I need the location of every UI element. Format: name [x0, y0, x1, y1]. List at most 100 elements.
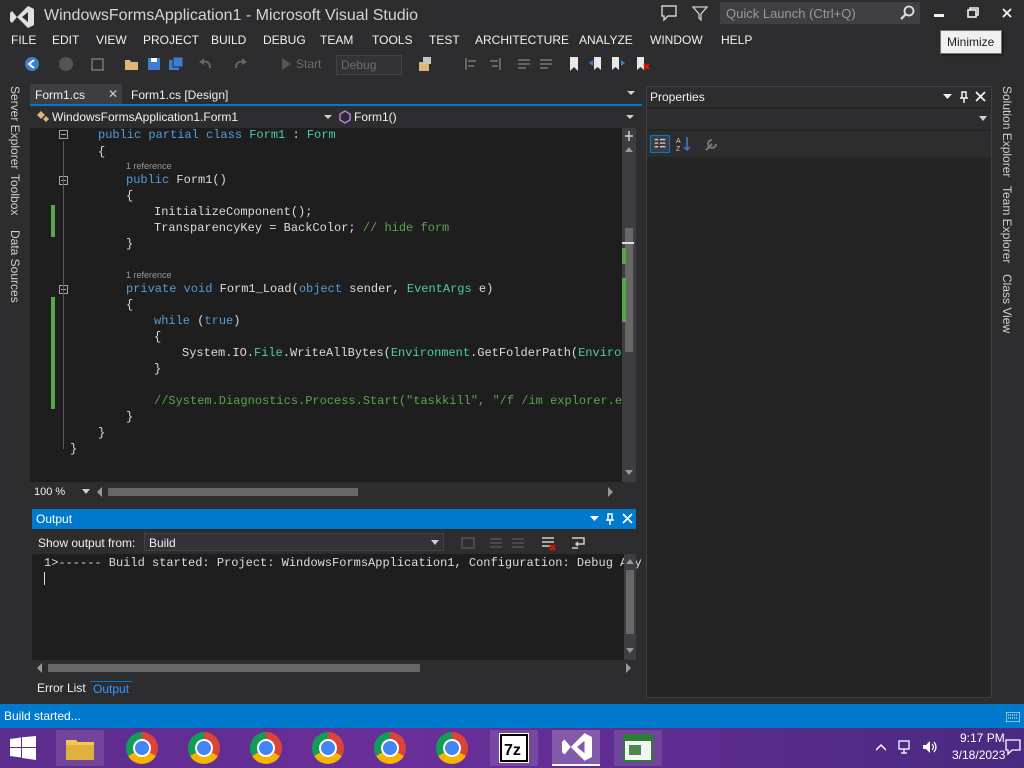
alphabetical-icon[interactable]: AZ [675, 135, 693, 153]
code-line[interactable]: System.IO.File.WriteAllBytes(Environment… [182, 346, 636, 360]
menu-tools[interactable]: TOOLS [372, 33, 412, 47]
code-line[interactable]: { [154, 330, 161, 344]
back-icon[interactable] [24, 56, 40, 72]
properties-object-select[interactable] [647, 109, 991, 129]
windows-start-icon[interactable] [10, 736, 36, 760]
code-editor[interactable] [30, 128, 622, 482]
code-line[interactable]: while (true) [154, 314, 240, 328]
menu-window[interactable]: WINDOW [650, 33, 703, 47]
code-line[interactable]: { [98, 145, 105, 159]
code-line[interactable]: InitializeComponent(); [154, 205, 312, 219]
undo-icon[interactable] [198, 56, 214, 72]
chrome-profile-taskbar-button[interactable] [304, 730, 352, 766]
properties-toolbar-icon[interactable] [418, 56, 434, 72]
output-source-select[interactable]: Build [144, 533, 444, 551]
code-line[interactable]: } [154, 362, 161, 376]
bookmark-icon[interactable] [566, 56, 582, 72]
close-icon[interactable] [975, 91, 986, 102]
start-icon[interactable] [278, 56, 294, 72]
comment-icon[interactable] [516, 56, 532, 72]
menu-help[interactable]: HELP [721, 33, 752, 47]
new-project-icon[interactable] [90, 56, 106, 72]
close-icon[interactable] [622, 513, 633, 524]
menu-test[interactable]: TEST [429, 33, 460, 47]
menu-project[interactable]: PROJECT [143, 33, 199, 47]
scroll-up-icon[interactable] [625, 146, 633, 152]
scroll-down-icon[interactable] [625, 470, 633, 476]
output-horizontal-scrollbar[interactable] [32, 660, 636, 676]
menu-edit[interactable]: EDIT [52, 33, 79, 47]
scroll-left-icon[interactable] [96, 487, 102, 497]
word-wrap-icon[interactable] [570, 535, 586, 551]
scroll-right-icon[interactable] [608, 487, 614, 497]
volume-icon[interactable] [922, 740, 938, 754]
save-icon[interactable] [146, 56, 162, 72]
menu-build[interactable]: BUILD [211, 33, 246, 47]
chrome-profile-taskbar-button[interactable] [242, 730, 290, 766]
clear-bookmarks-icon[interactable] [634, 56, 650, 72]
toolbox-tab[interactable]: Toolbox [8, 174, 22, 215]
close-tab-icon[interactable]: ✕ [108, 87, 118, 101]
menu-architecture[interactable]: ARCHITECTURE [475, 33, 569, 47]
code-line[interactable]: } [98, 426, 105, 440]
code-line[interactable]: private void Form1_Load(object sender, E… [126, 282, 493, 296]
start-button-label[interactable]: Start [296, 57, 321, 71]
forward-icon[interactable] [58, 56, 74, 72]
categorized-icon[interactable] [650, 135, 670, 153]
solution-explorer-tab[interactable]: Solution Explorer [1000, 86, 1014, 177]
minimize-button[interactable] [922, 0, 956, 28]
scrollbar-thumb[interactable] [48, 664, 420, 672]
tab-form1-cs-design[interactable]: Form1.cs [Design] [126, 84, 258, 104]
file-explorer-taskbar-button[interactable] [56, 730, 104, 766]
action-center-icon[interactable] [1004, 738, 1022, 756]
restore-button[interactable] [956, 0, 990, 28]
scroll-left-icon[interactable] [36, 663, 42, 673]
save-all-icon[interactable] [168, 56, 184, 72]
scrollbar-thumb[interactable] [625, 228, 633, 352]
output-vertical-scrollbar[interactable] [624, 554, 636, 660]
previous-bookmark-icon[interactable] [588, 56, 604, 72]
scroll-up-icon[interactable] [626, 558, 634, 564]
code-lens-reference[interactable]: 1 reference [126, 270, 172, 280]
windows-form-taskbar-button[interactable] [614, 730, 662, 766]
7zip-taskbar-button[interactable]: 7z [490, 730, 538, 766]
code-line[interactable]: public Form1() [126, 173, 227, 187]
member-dropdown[interactable]: Form1() [336, 108, 636, 126]
align-left-icon[interactable] [464, 56, 480, 72]
code-line[interactable]: TransparencyKey = BackColor; // hide for… [154, 221, 449, 235]
solution-configuration-select[interactable]: Debug [336, 55, 402, 75]
menu-debug[interactable]: DEBUG [263, 33, 306, 47]
search-icon[interactable] [899, 5, 915, 21]
scroll-right-icon[interactable] [626, 663, 632, 673]
window-position-icon[interactable] [943, 93, 952, 100]
quick-launch-input[interactable]: Quick Launch (Ctrl+Q) [720, 2, 920, 24]
collapse-icon[interactable] [59, 130, 68, 139]
code-line[interactable]: { [126, 189, 133, 203]
chevron-down-icon[interactable] [82, 489, 90, 495]
menu-file[interactable]: FILE [11, 33, 36, 47]
code-line[interactable]: } [70, 442, 77, 456]
pin-icon[interactable] [959, 91, 969, 103]
code-line[interactable]: } [126, 237, 133, 251]
output-text-area[interactable]: 1>------ Build started: Project: Windows… [32, 554, 642, 660]
code-line[interactable]: } [126, 410, 133, 424]
chevron-up-icon[interactable] [876, 743, 886, 751]
align-right-icon[interactable] [486, 56, 502, 72]
scrollbar-thumb[interactable] [626, 570, 634, 634]
team-explorer-tab[interactable]: Team Explorer [1000, 186, 1014, 263]
editor-vertical-scrollbar[interactable] [622, 128, 636, 482]
menu-team[interactable]: TEAM [320, 33, 353, 47]
tabs-dropdown-icon[interactable] [626, 88, 636, 98]
network-icon[interactable] [898, 740, 914, 754]
chrome-profile-taskbar-button[interactable] [180, 730, 228, 766]
tab-error-list[interactable]: Error List [34, 681, 89, 695]
class-view-tab[interactable]: Class View [1000, 274, 1014, 333]
code-line[interactable]: //System.Diagnostics.Process.Start("task… [154, 394, 636, 408]
property-pages-icon[interactable] [703, 135, 721, 153]
data-sources-tab[interactable]: Data Sources [8, 230, 22, 303]
horizontal-scrollbar-thumb[interactable] [108, 488, 358, 496]
server-explorer-tab[interactable]: Server Explorer [8, 86, 22, 169]
chrome-taskbar-button[interactable] [118, 730, 166, 766]
next-bookmark-icon[interactable] [610, 56, 626, 72]
chrome-profile-taskbar-button[interactable] [366, 730, 414, 766]
